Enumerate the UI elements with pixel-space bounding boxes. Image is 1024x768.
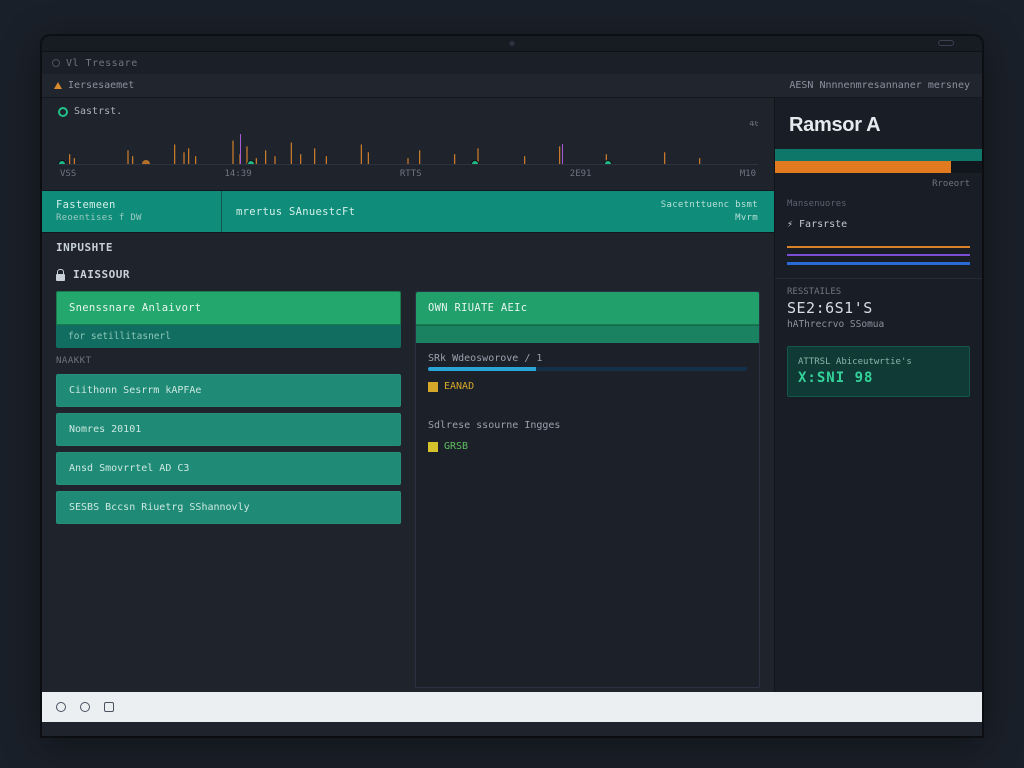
banner-left-title: Fastemeen xyxy=(56,199,207,211)
footer-circle-icon[interactable] xyxy=(80,702,90,712)
banner-left[interactable]: Fastemeen Reoentises f DW xyxy=(42,191,222,232)
axis-tick: 14:39 xyxy=(225,169,252,179)
title-bar: Vl Tressare xyxy=(42,52,982,74)
footer-square-icon[interactable] xyxy=(104,702,114,712)
app-header: Iersesaemet AESN Nnnnenmresannaner mersn… xyxy=(42,74,982,98)
status-value: EANAD xyxy=(444,381,474,392)
tick-marker-orange-icon xyxy=(142,160,150,165)
list-item[interactable]: Nomres 20101 xyxy=(56,413,401,446)
sidebar: Ramsor A Rroeort Mansenuores ⚡ Farsrste … xyxy=(774,98,982,692)
section-meta: INPUSHTE xyxy=(42,233,774,260)
level-bar-teal xyxy=(775,149,982,161)
stat-value: SE2:6S1'S xyxy=(787,299,970,317)
app-window: Vl Tressare Iersesaemet AESN Nnnnenmresa… xyxy=(42,36,982,736)
tick-marker-icon xyxy=(604,160,612,165)
x-axis: VSS 14:39 RTTS 2E91 M10 xyxy=(58,165,758,179)
left-panel: Snenssnare Anlaivort for setillitasnerl … xyxy=(56,291,401,688)
banner-row: Fastemeen Reoentises f DW mrertus SAnues… xyxy=(42,190,774,233)
detail-box-subheader xyxy=(416,325,759,343)
mini-chart xyxy=(787,242,970,266)
tick-marker-icon xyxy=(247,160,255,165)
list-label: NAAKKT xyxy=(56,354,401,368)
progress-fill xyxy=(428,367,536,371)
bolt-icon: ⚡ xyxy=(787,219,793,230)
section-title: IAISSOUR xyxy=(73,268,130,281)
status-row: GRSB xyxy=(428,441,747,452)
field-label: Sdlrese ssourne Ingges xyxy=(428,420,747,431)
level-bar-orange xyxy=(775,161,982,173)
panels-row: Snenssnare Anlaivort for setillitasnerl … xyxy=(42,287,774,692)
stat-label: RESSTAILES xyxy=(787,287,970,297)
lock-icon xyxy=(56,269,65,281)
detail-box-header[interactable]: OWN RIUATE AEIc xyxy=(416,292,759,325)
axis-tick: 2E91 xyxy=(570,169,592,179)
list-item[interactable]: Ansd Smovrrtel AD C3 xyxy=(56,452,401,485)
tick-marker-icon xyxy=(471,160,479,165)
banner-mid-title: mrertus SAnuestcFt xyxy=(236,206,355,218)
sidebar-sub-title: Farsrste xyxy=(799,219,847,230)
main-column: Sastrst. 40 xyxy=(42,98,774,692)
spike-marker-icon xyxy=(562,144,563,164)
timeline-graph: Sastrst. 40 xyxy=(42,98,774,190)
left-panel-sub: for setillitasnerl xyxy=(56,325,401,348)
highlight-block[interactable]: ATTRSL Abiceutwrtie's X:SNI 98 xyxy=(787,346,970,397)
footer-bar xyxy=(42,692,982,722)
stat-block: RESSTAILES SE2:6S1'S hAThrecrvo SSomua xyxy=(775,278,982,338)
sidebar-title: Ramsor A xyxy=(775,98,982,149)
legend-label: Sastrst. xyxy=(74,106,122,117)
warning-triangle-icon xyxy=(54,82,62,89)
banner-mid-right-2: Mvrm xyxy=(661,212,758,225)
sidebar-meta-top: Rroeort xyxy=(775,175,982,199)
header-left-label: Iersesaemet xyxy=(68,80,134,91)
legend-marker-icon xyxy=(58,107,68,117)
list-item[interactable]: SESBS Bccsn Riuetrg SShannovly xyxy=(56,491,401,524)
camera-dot-icon xyxy=(510,41,515,46)
status-row: EANAD xyxy=(428,381,747,392)
progress-bar xyxy=(428,367,747,371)
status-green-icon xyxy=(428,442,438,452)
sidebar-sub-title-row: ⚡ Farsrste xyxy=(775,215,982,234)
sidebar-meta-small: Mansenuores xyxy=(775,199,982,215)
highlight-value: X:SNI 98 xyxy=(798,370,959,386)
content-area: Sastrst. 40 xyxy=(42,98,982,692)
detail-box: OWN RIUATE AEIc SRk Wdeosworove / 1 xyxy=(415,291,760,688)
device-bezel xyxy=(42,36,982,52)
field-label: SRk Wdeosworove / 1 xyxy=(428,353,747,364)
section-title-row: IAISSOUR xyxy=(42,260,774,287)
highlight-label: ATTRSL Abiceutwrtie's xyxy=(798,357,959,367)
axis-tick: M10 xyxy=(740,169,756,179)
banner-mid[interactable]: mrertus SAnuestcFt Sacetnttuenc bsmt Mvr… xyxy=(222,191,774,232)
detail-box-body: SRk Wdeosworove / 1 EANAD Sdlrese ssourn xyxy=(416,343,759,687)
spike-marker-icon xyxy=(240,134,241,164)
right-panel: OWN RIUATE AEIc SRk Wdeosworove / 1 xyxy=(415,291,760,688)
axis-tick: RTTS xyxy=(400,169,422,179)
stat-sub: hAThrecrvo SSomua xyxy=(787,319,970,330)
footer-circle-icon[interactable] xyxy=(56,702,66,712)
tick-marker-icon xyxy=(58,160,66,165)
left-panel-header[interactable]: Snenssnare Anlaivort xyxy=(56,291,401,325)
status-value: GRSB xyxy=(444,441,468,452)
waveform-icon xyxy=(58,121,758,164)
window-control-circle[interactable] xyxy=(52,59,60,67)
camera-slot-icon xyxy=(938,40,954,46)
tab-title: Vl Tressare xyxy=(66,58,138,69)
graph-canvas[interactable]: 40 xyxy=(58,121,758,165)
axis-tick: VSS xyxy=(60,169,76,179)
status-yellow-icon xyxy=(428,382,438,392)
banner-left-sub: Reoentises f DW xyxy=(56,213,207,223)
list-item[interactable]: Ciithonn Sesrrm kAPFAe xyxy=(56,374,401,407)
banner-mid-right-1: Sacetnttuenc bsmt xyxy=(661,199,758,212)
header-right-label: AESN Nnnnenmresannaner mersney xyxy=(789,80,970,91)
